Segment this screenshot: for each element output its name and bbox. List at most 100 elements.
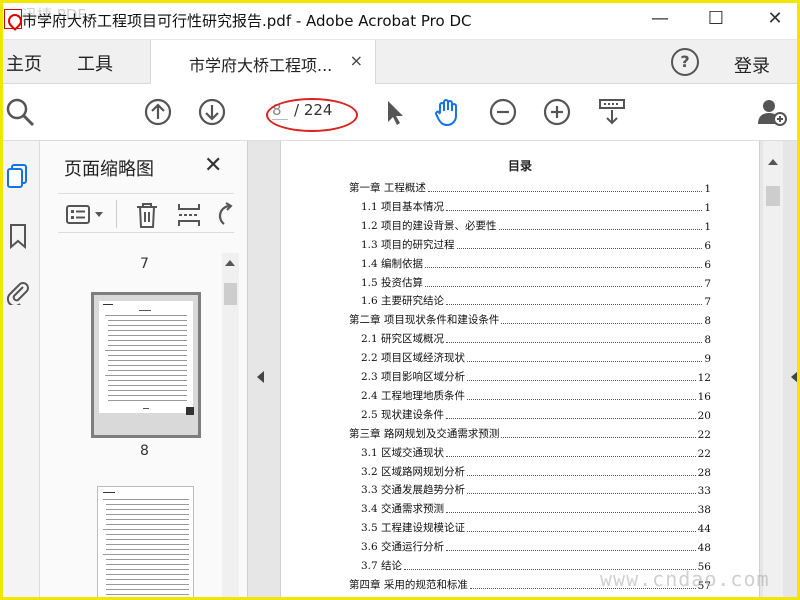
insert-page-icon[interactable] bbox=[176, 201, 202, 229]
thumbnail-scrollbar[interactable] bbox=[222, 253, 239, 600]
page-thumbnails-icon[interactable] bbox=[5, 163, 31, 189]
toc-entry-title: 1.6 主要研究结论 bbox=[361, 295, 445, 308]
toc-entry-page: 38 bbox=[697, 504, 711, 517]
thumbnail-page-8-content bbox=[99, 301, 193, 413]
previous-page-icon[interactable] bbox=[142, 96, 174, 128]
rotate-page-icon[interactable] bbox=[216, 202, 234, 228]
toc-leader-dots bbox=[446, 550, 696, 552]
toc-entry[interactable]: 2.4 工程地理地质条件 16 bbox=[361, 389, 711, 403]
toc-entry[interactable]: 第一章 工程概述 1 bbox=[349, 181, 711, 195]
zoom-in-icon[interactable] bbox=[541, 96, 573, 128]
collapse-left-panel-icon[interactable] bbox=[257, 371, 264, 383]
toc-entry[interactable]: 3.3 交通发展趋势分析 33 bbox=[361, 483, 711, 497]
minimize-button[interactable]: — bbox=[645, 8, 675, 32]
toc-entry[interactable]: 3.6 交通运行分析 48 bbox=[361, 540, 711, 554]
toc-entry[interactable]: 3.1 区域交通现状 22 bbox=[361, 446, 711, 460]
toc-entry[interactable]: 1.4 编制依据 6 bbox=[361, 257, 711, 271]
toc-entry-page: 33 bbox=[697, 485, 711, 498]
delete-page-icon[interactable] bbox=[134, 201, 160, 229]
help-icon[interactable]: ? bbox=[671, 48, 699, 76]
toc-leader-dots bbox=[446, 417, 696, 419]
toc-title: 目录 bbox=[507, 159, 532, 173]
toolbar-divider bbox=[116, 200, 117, 228]
toc-leader-dots bbox=[467, 398, 696, 400]
toc-entry[interactable]: 1.3 项目的研究过程 6 bbox=[361, 238, 711, 252]
toc-entry-page: 44 bbox=[697, 523, 711, 536]
zoom-out-icon[interactable] bbox=[487, 96, 519, 128]
scroll-mode-icon[interactable] bbox=[596, 96, 628, 128]
thumbnail-label-8: 8 bbox=[140, 443, 149, 459]
hand-tool-icon[interactable] bbox=[431, 96, 463, 128]
select-cursor-icon[interactable] bbox=[378, 96, 410, 128]
toc-leader-dots bbox=[427, 191, 703, 192]
close-panel-icon[interactable]: ✕ bbox=[204, 153, 222, 178]
scroll-up-icon[interactable] bbox=[225, 260, 235, 266]
toc-leader-dots bbox=[446, 455, 696, 457]
document-scrollbar-thumb[interactable] bbox=[766, 186, 780, 206]
toc-entry-title: 3.3 交通发展趋势分析 bbox=[361, 484, 466, 497]
toc-leader-dots bbox=[446, 209, 703, 211]
toc-leader-dots bbox=[456, 247, 703, 249]
toc-entry-title: 3.4 交通需求预测 bbox=[361, 503, 445, 516]
toc-entry-page: 1 bbox=[704, 220, 711, 233]
thumbnail-page-9[interactable] bbox=[97, 486, 194, 600]
toc-entry-page: 6 bbox=[704, 239, 711, 252]
toc-entry[interactable]: 第二章 项目现状条件和建设条件 8 bbox=[349, 313, 711, 327]
thumbnail-view-handle[interactable] bbox=[186, 407, 194, 415]
toc-leader-dots bbox=[425, 266, 703, 268]
document-scrollbar[interactable] bbox=[763, 141, 783, 600]
panel-title: 页面缩略图 bbox=[64, 159, 154, 180]
toc-entry-title: 第二章 项目现状条件和建设条件 bbox=[349, 314, 500, 327]
toc-entry-page: 22 bbox=[697, 447, 711, 460]
document-tab-close-icon[interactable]: × bbox=[350, 51, 363, 70]
expand-right-panel-icon[interactable] bbox=[791, 371, 798, 383]
toc-entry-page: 12 bbox=[697, 372, 711, 384]
toc-entry[interactable]: 1.5 投资估算 7 bbox=[361, 276, 711, 290]
tab-bar: 主页 工具 市学府大桥工程项... × ? 登录 bbox=[0, 40, 800, 84]
thumbnail-options-icon[interactable] bbox=[66, 204, 110, 226]
toc-entry[interactable]: 1.1 项目基本情况 1 bbox=[361, 200, 711, 214]
login-button[interactable]: 登录 bbox=[734, 52, 770, 78]
toc-entry[interactable]: 2.3 项目影响区域分析 12 bbox=[361, 370, 711, 384]
thumbnail-page-8[interactable] bbox=[91, 292, 201, 438]
bookmark-icon[interactable] bbox=[5, 223, 31, 249]
document-view: 目录 第一章 工程概述 1 1.1 项目基本情况 1 1.2 项目的建设背景、必要性 1 1… bbox=[248, 141, 800, 600]
toc-entry-title: 3.2 区域路网规划分析 bbox=[361, 465, 466, 478]
toc-entry[interactable]: 2.5 现状建设条件 20 bbox=[361, 408, 711, 422]
home-tab[interactable]: 主页 bbox=[6, 50, 42, 76]
toc-entry[interactable]: 2.1 研究区域概况 8 bbox=[361, 332, 711, 346]
toc-entry-page: 48 bbox=[697, 542, 711, 555]
share-user-icon[interactable] bbox=[756, 96, 788, 128]
close-window-button[interactable]: ✕ bbox=[760, 8, 790, 32]
toc-entry-page: 7 bbox=[704, 296, 711, 309]
title-bar: 市学府大桥工程项目可行性研究报告.pdf - Adobe Acrobat Pro… bbox=[0, 0, 800, 40]
toc-entry[interactable]: 3.5 工程建设规模论证 44 bbox=[361, 521, 711, 535]
navigation-rail bbox=[0, 141, 40, 600]
toc-entry[interactable]: 3.2 区域路网规划分析 28 bbox=[361, 465, 711, 479]
toc-entry[interactable]: 1.6 主要研究结论 7 bbox=[361, 294, 711, 308]
toc-entry[interactable]: 1.2 项目的建设背景、必要性 1 bbox=[361, 219, 711, 233]
tools-tab[interactable]: 工具 bbox=[77, 50, 113, 76]
toc-leader-dots bbox=[446, 342, 703, 344]
document-scroll-up-icon[interactable] bbox=[768, 159, 778, 165]
toc-entry-title: 第三章 路网规划及交通需求预测 bbox=[349, 427, 500, 440]
thumbnail-label-7: 7 bbox=[140, 256, 149, 272]
toc-entry[interactable]: 第三章 路网规划及交通需求预测 22 bbox=[349, 427, 711, 441]
toc-entry[interactable]: 2.2 项目区域经济现状 9 bbox=[361, 351, 711, 365]
toc-entry-page: 8 bbox=[704, 334, 711, 347]
document-tab[interactable]: 市学府大桥工程项... × bbox=[150, 40, 376, 84]
toc-entry-page: 1 bbox=[704, 201, 711, 214]
attachment-icon[interactable] bbox=[5, 279, 31, 305]
next-page-icon[interactable] bbox=[196, 96, 228, 128]
search-icon[interactable] bbox=[4, 96, 36, 128]
toc-entry-page: 8 bbox=[704, 315, 711, 328]
toc-leader-dots bbox=[467, 474, 696, 476]
watermark-top-left: 迅捷·PDF bbox=[22, 6, 86, 24]
toc-entry-title: 2.5 现状建设条件 bbox=[361, 408, 445, 421]
toc-entry[interactable]: 3.4 交通需求预测 38 bbox=[361, 502, 711, 516]
toc-entry-title: 1.2 项目的建设背景、必要性 bbox=[361, 219, 497, 232]
maximize-button[interactable]: ☐ bbox=[701, 8, 731, 32]
toc-entry-title: 2.1 研究区域概况 bbox=[361, 333, 445, 346]
scrollbar-thumb[interactable] bbox=[224, 283, 237, 305]
toc-entry-title: 1.3 项目的研究过程 bbox=[361, 238, 455, 251]
